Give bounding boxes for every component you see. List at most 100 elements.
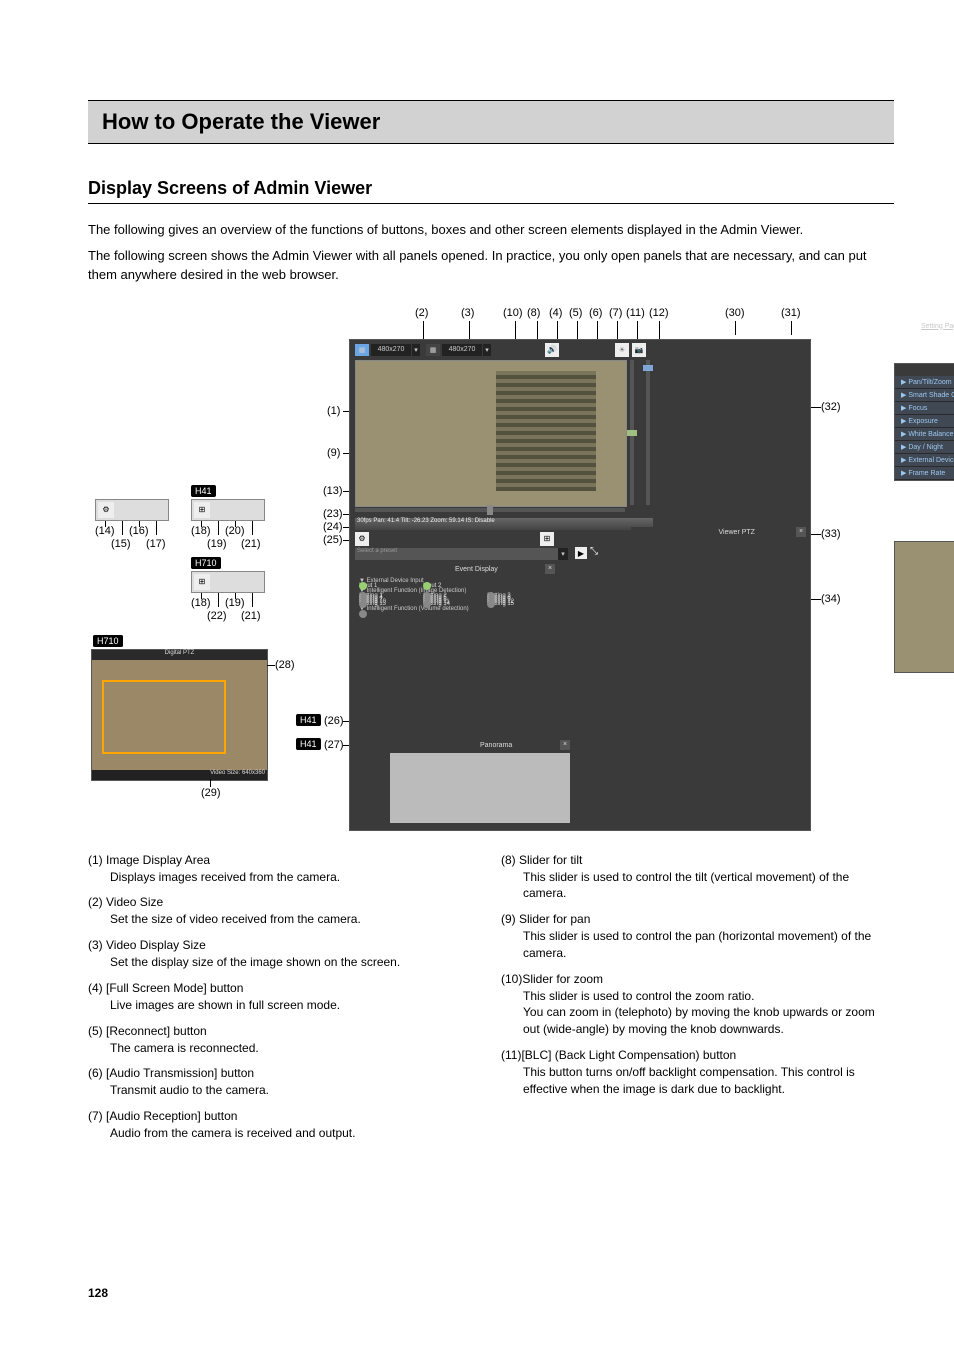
item-7-desc: Audio from the camera is received and ou… [110, 1125, 481, 1142]
item-3-desc: Set the display size of the image shown … [110, 954, 481, 971]
callout-18b: (18) [191, 597, 211, 609]
item-11-title: (11)[BLC] (Back Light Compensation) butt… [501, 1048, 894, 1062]
ctrl-white-balance[interactable]: ▶ White Balance [895, 428, 954, 441]
position-button[interactable]: ⤡ [590, 546, 598, 557]
close-icon[interactable]: × [796, 527, 806, 537]
viewerptz-button-sm[interactable]: ⊞ [540, 532, 554, 546]
viewer-ptz-view[interactable]: Video Size: 480x270 [894, 541, 954, 673]
page: How to Operate the Viewer Display Screen… [0, 0, 954, 1350]
header-links: Setting Page Back to top [896, 323, 954, 330]
intro-para-1: The following gives an overview of the f… [88, 220, 894, 240]
ctrl-exposure[interactable]: ▶ Exposure [895, 415, 954, 428]
callout-7: (7) [609, 307, 622, 319]
item-1-title: (1) Image Display Area [88, 853, 481, 867]
ctrl-frame-rate[interactable]: ▶ Frame Rate [895, 467, 954, 480]
item-11-desc: This button turns on/off backlight compe… [523, 1064, 894, 1098]
status-bar: 30fps Pan: 41.4 Tilt: -26.23 Zoom: 59.14… [355, 518, 653, 530]
callout-16: (16) [129, 525, 149, 537]
callout-10: (10) [503, 307, 523, 319]
dptz-crop-rect[interactable] [102, 680, 226, 754]
page-number: 128 [88, 1286, 108, 1300]
dropdown-arrow-icon[interactable]: ▾ [558, 548, 568, 560]
subsection-heading: Display Screens of Admin Viewer [88, 178, 894, 204]
callout-15: (15) [111, 538, 131, 550]
dropdown-arrow-icon[interactable]: ▾ [483, 344, 491, 356]
admin-viewer-window: ▦ 480x270 ▾ ▦ 480x270 ▾ ⛶ ⟳ 🎤 🔊 ☀ 📷 [349, 339, 811, 831]
item-4-desc: Live images are shown in full screen mod… [110, 997, 481, 1014]
item-4-title: (4) [Full Screen Mode] button [88, 981, 481, 995]
callout-26: (26) [324, 715, 344, 727]
section-heading: How to Operate the Viewer [88, 100, 894, 144]
item-6-desc: Transmit audio to the camera. [110, 1082, 481, 1099]
callout-6: (6) [589, 307, 602, 319]
item-3-title: (3) Video Display Size [88, 938, 481, 952]
callout-20: (20) [225, 525, 245, 537]
item-5-desc: The camera is reconnected. [110, 1040, 481, 1057]
ctrl-focus[interactable]: ▶ Focus [895, 402, 954, 415]
toolbar-variant-2: ⚪ 📷 🖼 ⊞ [191, 499, 265, 521]
pan-slider[interactable] [355, 508, 625, 512]
display-size-icon: ▦ [426, 344, 440, 356]
callout-33: (33) [821, 528, 841, 540]
panorama-header: Panorama × [390, 740, 570, 752]
audio-rx-button[interactable]: 🔊 [545, 343, 559, 357]
callout-30: (30) [725, 307, 745, 319]
callout-25: (25) [323, 534, 343, 546]
item-8-desc: This slider is used to control the tilt … [523, 869, 894, 903]
item-10-title: (10)Slider for zoom [501, 972, 894, 986]
zoom-slider[interactable] [646, 360, 650, 505]
callout-12: (12) [649, 307, 669, 319]
ctrl-day-night[interactable]: ▶ Day / Night [895, 441, 954, 454]
blc-button[interactable]: ☀ [615, 343, 629, 357]
ctrl-smart-shade[interactable]: ▶ Smart Shade Control [895, 389, 954, 402]
callout-11: (11) [626, 307, 645, 319]
callout-4: (4) [549, 307, 562, 319]
callout-18: (18) [191, 525, 211, 537]
snapshot-button[interactable]: 📷 [632, 343, 646, 357]
callout-27: (27) [324, 739, 344, 751]
item-5-title: (5) [Reconnect] button [88, 1024, 481, 1038]
callout-29: (29) [201, 787, 221, 799]
callout-1: (1) [327, 405, 340, 417]
video-size-select[interactable]: 480x270 [371, 344, 411, 356]
callout-3: (3) [461, 307, 474, 319]
ctrl-pan-tilt-zoom[interactable]: ▶ Pan/Tilt/Zoom [895, 376, 954, 389]
tilt-slider[interactable] [630, 360, 634, 505]
dptz-title: Digital PTZ [92, 650, 267, 660]
item-2-desc: Set the size of video received from the … [110, 911, 481, 928]
video-size-icon: ▦ [355, 344, 369, 356]
callout-28: (28) [275, 659, 295, 671]
dptz-size: Video Size: 640x360 [92, 770, 267, 780]
dropdown-arrow-icon[interactable]: ▾ [412, 344, 420, 356]
close-icon[interactable]: × [545, 564, 555, 574]
ctrl-ext-device-output[interactable]: ▶ External Device Output [895, 454, 954, 467]
preset-play-button[interactable]: ▶ [575, 547, 587, 559]
item-9-title: (9) Slider for pan [501, 912, 894, 926]
ext-dev-input-header: ▼ External Device Input [355, 577, 555, 585]
btn-17[interactable]: ⚙ [98, 502, 114, 518]
link-setting-page[interactable]: Setting Page [921, 323, 954, 330]
digital-ptz-panel[interactable]: Digital PTZ Video Size: 640x360 [91, 649, 268, 781]
control-admin-title: Control for Admin × [895, 364, 954, 376]
settings-button[interactable]: ⚙ [355, 532, 369, 546]
item-1-desc: Displays images received from the camera… [110, 869, 481, 886]
control-for-admin-panel: Control for Admin × ▶ Pan/Tilt/Zoom ▶ Sm… [894, 363, 954, 481]
event-display-panel: ▼ External Device Input Input 1 Input 2 … [355, 577, 555, 615]
callout-5: (5) [569, 307, 582, 319]
callout-17: (17) [146, 538, 166, 550]
btn-21[interactable]: ⊞ [194, 502, 210, 518]
callout-8: (8) [527, 307, 540, 319]
callout-19: (19) [207, 538, 227, 550]
toolbar-variant-1: ⚪ ▶ 🖼 ⚙ [95, 499, 169, 521]
preset-select[interactable]: Select a preset [355, 548, 559, 560]
image-display-area[interactable] [355, 360, 627, 507]
callout-9: (9) [327, 447, 340, 459]
btn-21b[interactable]: ⊞ [194, 574, 210, 590]
display-size-select[interactable]: 480x270 [442, 344, 482, 356]
panorama-view[interactable] [390, 753, 570, 823]
viewer-diagram: (2) (3) (10) (8) (4) (5) (6) (7) (11) (1… [91, 309, 891, 839]
item-10-desc: This slider is used to control the zoom … [523, 988, 894, 1038]
toolbar-variant-3: ⚪ 🎨 📷 ⊞ [191, 571, 265, 593]
close-icon[interactable]: × [560, 740, 570, 750]
item-8-title: (8) Slider for tilt [501, 853, 894, 867]
